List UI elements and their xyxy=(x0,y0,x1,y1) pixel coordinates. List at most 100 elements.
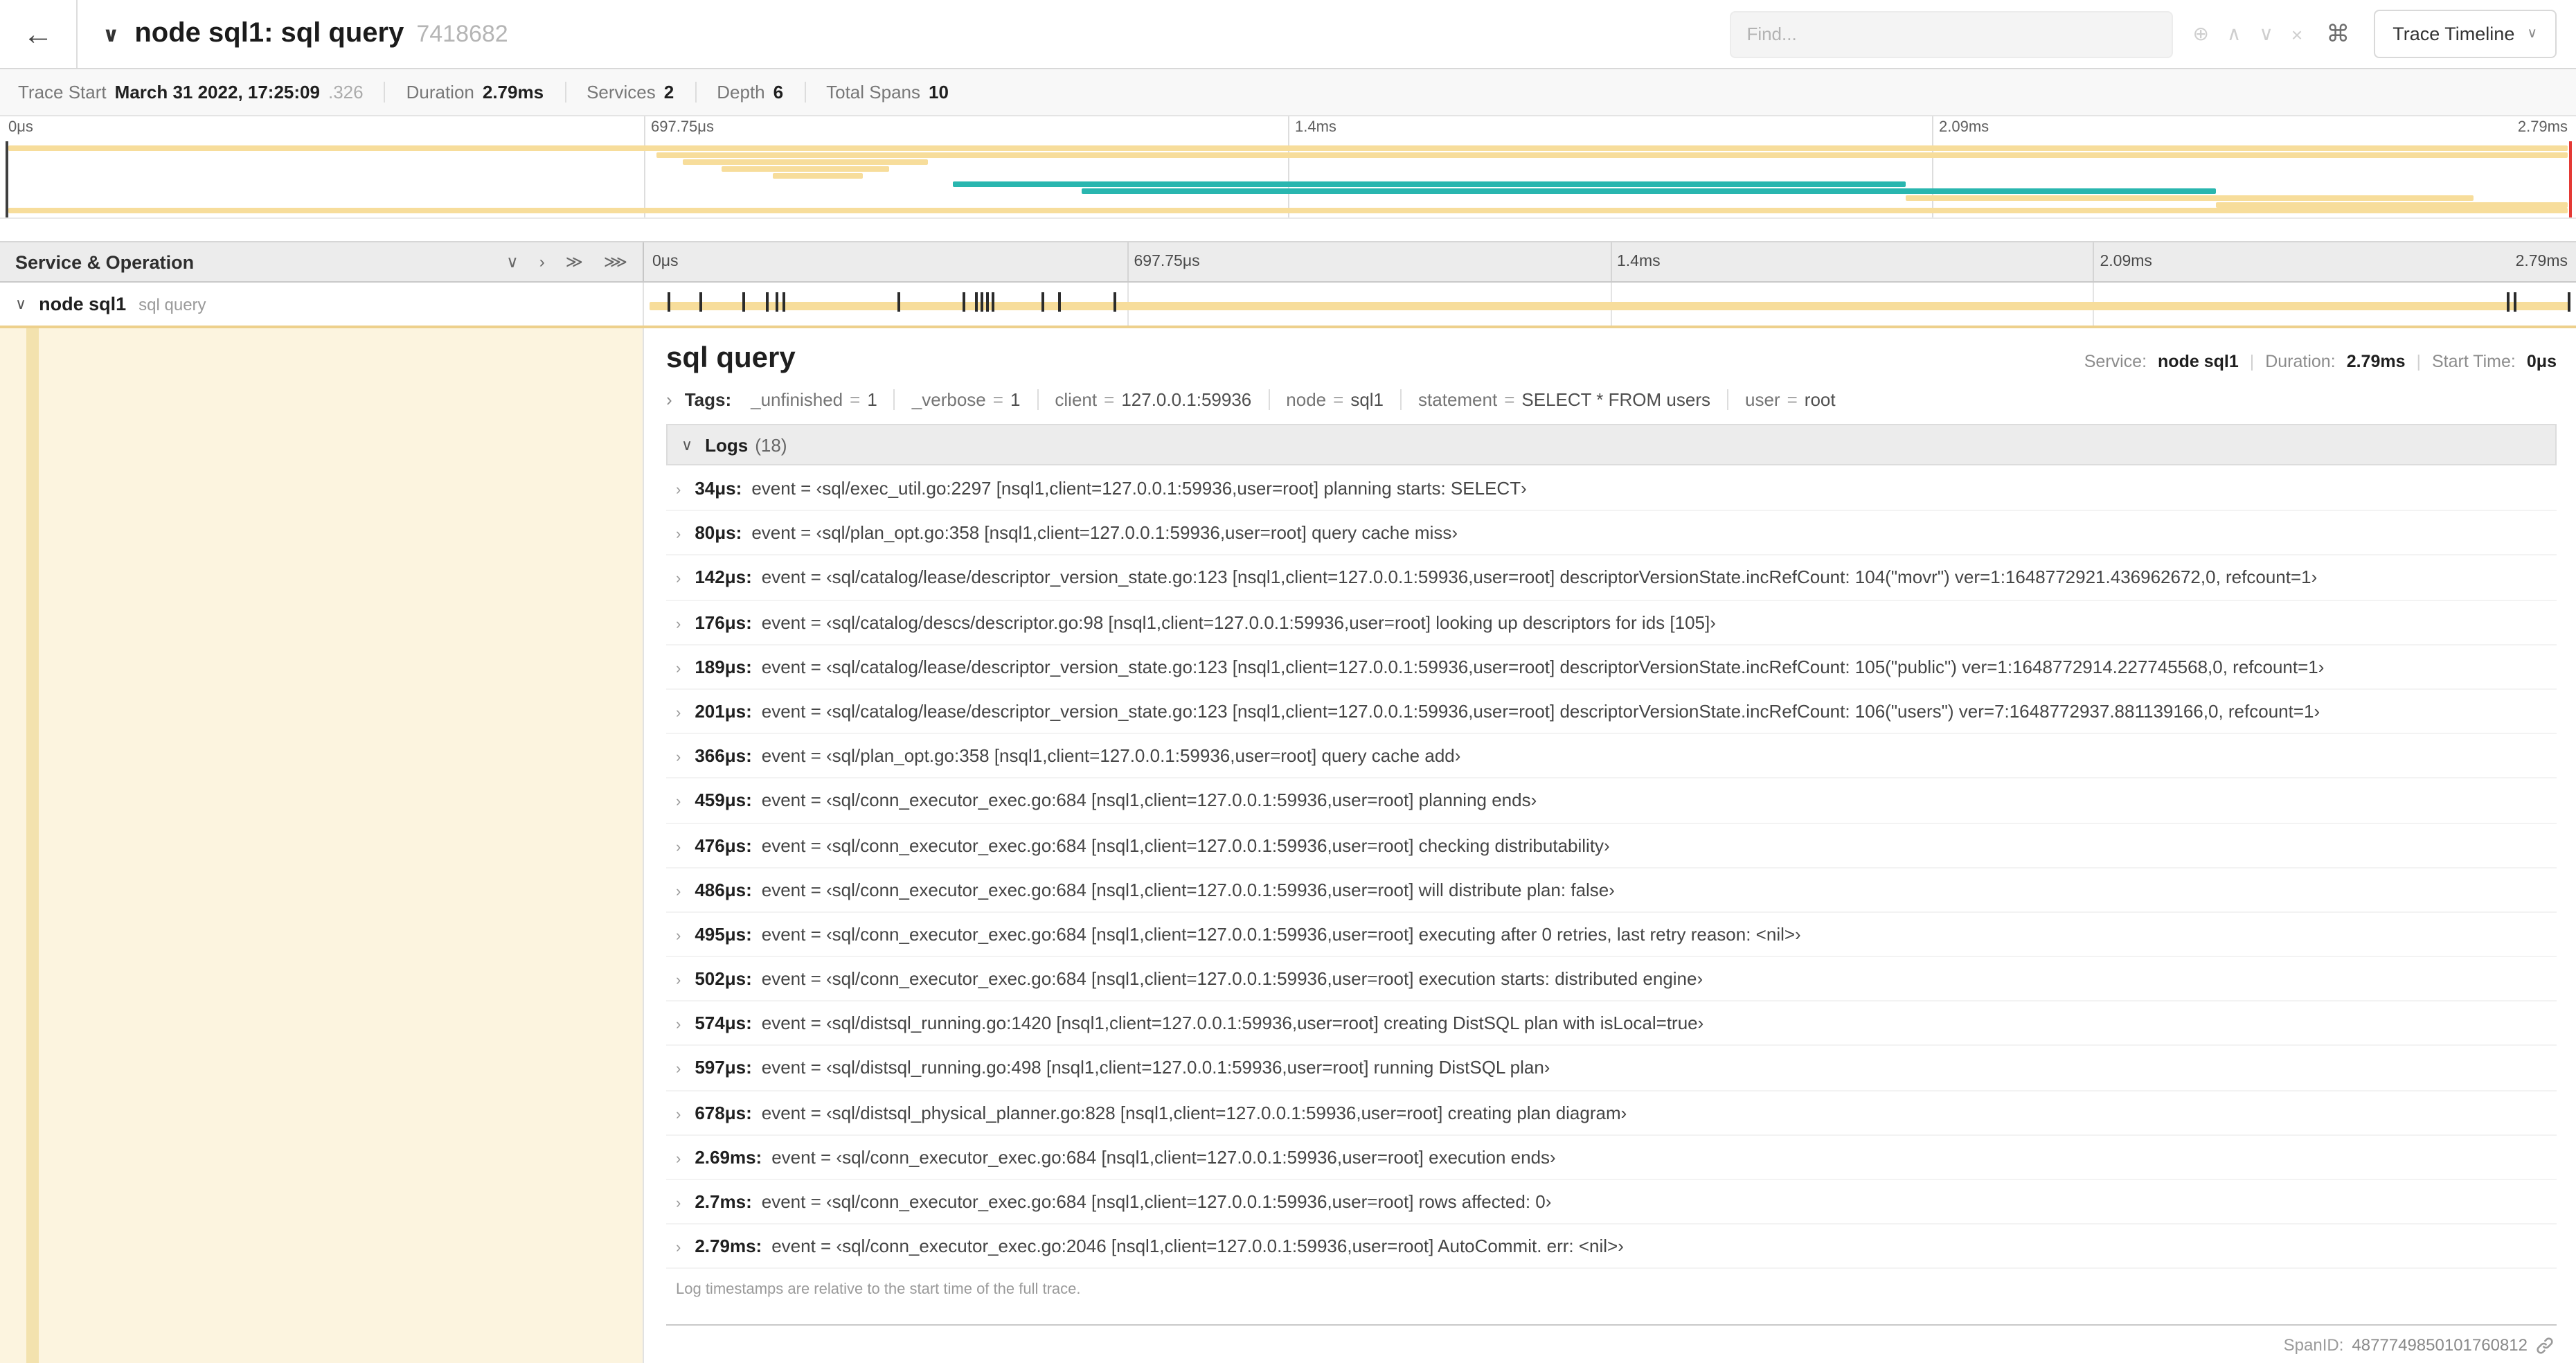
chevron-right-icon: › xyxy=(676,1150,681,1168)
tag-key: _unfinished xyxy=(751,389,843,410)
tags-row[interactable]: › Tags: _unfinished = 1 _verbose = 1 client = 12… xyxy=(666,389,2557,410)
prev-match-icon[interactable]: ∧ xyxy=(2227,22,2242,46)
service-label: Service: xyxy=(2084,352,2147,371)
next-match-icon[interactable]: ∨ xyxy=(2259,22,2273,46)
collapse-all-icon[interactable]: ≫ xyxy=(566,252,583,271)
span-name-cell[interactable]: ∨ node sql1 sql query xyxy=(0,283,644,326)
log-event-tick xyxy=(782,292,786,312)
log-event-tick xyxy=(775,292,778,312)
minimap-right-scrubber[interactable] xyxy=(2569,141,2572,217)
trace-minimap[interactable]: 0μs 697.75μs 1.4ms 2.09ms 2.79ms xyxy=(0,116,2576,219)
chevron-right-icon: › xyxy=(676,482,681,499)
tag-key: user xyxy=(1745,389,1780,410)
log-row[interactable]: › 80μs: event = ‹sql/plan_opt.go:358 [nsql… xyxy=(666,511,2557,556)
time-tick-label: 1.4ms xyxy=(1617,253,1661,270)
tag-key: statement xyxy=(1418,389,1498,410)
log-timestamp: 678μs: xyxy=(695,1102,752,1123)
link-icon[interactable] xyxy=(2536,1336,2554,1354)
log-row[interactable]: › 459μs: event = ‹sql/conn_executor_exec.g… xyxy=(666,779,2557,823)
timeline-ruler: 0μs 697.75μs 1.4ms 2.09ms 2.79ms xyxy=(644,242,2576,281)
expand-all-icon[interactable]: ⋙ xyxy=(604,252,627,271)
log-row[interactable]: › 2.79ms: event = ‹sql/conn_executor_exec.… xyxy=(666,1224,2557,1270)
log-event-tick xyxy=(992,292,995,312)
total-spans-label: Total Spans xyxy=(826,82,920,103)
log-timestamp: 2.7ms: xyxy=(695,1191,752,1212)
tag-item: _unfinished = 1 xyxy=(734,389,895,410)
tag-item: user = root xyxy=(1728,389,1852,410)
clear-find-icon[interactable]: × xyxy=(2291,23,2302,45)
span-row: ∨ node sql1 sql query xyxy=(0,283,2576,328)
keyboard-shortcuts-button[interactable]: ⌘ xyxy=(2322,20,2354,48)
chevron-down-icon[interactable]: ∨ xyxy=(102,22,119,47)
trace-start-stat: Trace Start March 31 2022, 17:25:09 .326 xyxy=(18,82,386,103)
log-timestamp: 176μs: xyxy=(695,612,752,633)
log-row[interactable]: › 502μs: event = ‹sql/conn_executor_exec.g… xyxy=(666,957,2557,1002)
log-event-text: event = ‹sql/conn_executor_exec.go:684 [… xyxy=(761,923,1801,945)
trace-id: 7418682 xyxy=(416,21,508,47)
tag-item: statement = SELECT * FROM users xyxy=(1402,389,1728,410)
tag-key: client xyxy=(1055,389,1098,410)
logs-header[interactable]: ∨ Logs (18) xyxy=(666,424,2557,465)
log-event-tick xyxy=(699,292,703,312)
services-label: Services xyxy=(587,82,656,103)
log-event-tick xyxy=(2506,292,2510,312)
log-row[interactable]: › 597μs: event = ‹sql/distsql_running.go:4… xyxy=(666,1046,2557,1092)
log-event-text: event = ‹sql/conn_executor_exec.go:684 [… xyxy=(771,1146,1556,1168)
span-meta: Service: node sql1 | Duration: 2.79ms | … xyxy=(2084,352,2557,371)
log-row[interactable]: › 176μs: event = ‹sql/catalog/descs/descri… xyxy=(666,600,2557,645)
total-spans-stat: Total Spans 10 xyxy=(805,82,969,103)
service-operation-label: Service & Operation xyxy=(15,251,195,272)
timeline-header: Service & Operation ∨ › ≫ ⋙ 0μs 697.75μs 1… xyxy=(0,241,2576,283)
minimap-span-bar xyxy=(2215,202,2568,208)
tags-label: Tags: xyxy=(684,389,732,410)
chevron-right-icon: › xyxy=(676,1195,681,1212)
time-tick-label: 697.75μs xyxy=(651,119,714,136)
find-controls: ⊕ ∧ ∨ × xyxy=(2192,22,2302,46)
log-row[interactable]: › 574μs: event = ‹sql/distsql_running.go:1… xyxy=(666,1002,2557,1046)
services-stat: Services 2 xyxy=(566,82,697,103)
log-row[interactable]: › 189μs: event = ‹sql/catalog/lease/descri… xyxy=(666,645,2557,690)
view-selector-dropdown[interactable]: Trace Timeline ∨ xyxy=(2373,10,2557,58)
span-duration-bar[interactable] xyxy=(650,302,2570,310)
log-event-tick xyxy=(974,292,978,312)
time-tick-label: 2.09ms xyxy=(2100,253,2152,270)
chevron-down-icon: ∨ xyxy=(2527,26,2537,42)
log-timestamp: 2.79ms: xyxy=(695,1236,762,1257)
expand-one-icon[interactable]: › xyxy=(539,252,545,271)
time-tick-label: 0μs xyxy=(8,119,33,136)
page-title: node sql1: sql query xyxy=(134,18,404,48)
logs-title: Logs xyxy=(705,434,749,455)
log-row[interactable]: › 678μs: event = ‹sql/distsql_physical_pla… xyxy=(666,1091,2557,1136)
gridline xyxy=(644,116,645,217)
log-row[interactable]: › 201μs: event = ‹sql/catalog/lease/descri… xyxy=(666,690,2557,735)
log-event-text: event = ‹sql/exec_util.go:2297 [nsql1,cl… xyxy=(751,478,1527,499)
log-timestamp: 476μs: xyxy=(695,835,752,855)
tag-value: root xyxy=(1804,389,1836,410)
span-operation-name: sql query xyxy=(138,294,206,314)
log-timestamp: 486μs: xyxy=(695,879,752,900)
logs-footnote: Log timestamps are relative to the start… xyxy=(676,1281,1081,1299)
minimap-left-scrubber[interactable] xyxy=(6,141,8,217)
minimap-span-bar xyxy=(682,159,928,166)
log-timestamp: 189μs: xyxy=(695,656,752,677)
log-row[interactable]: › 2.7ms: event = ‹sql/conn_executor_exec.g… xyxy=(666,1180,2557,1225)
log-timestamp: 574μs: xyxy=(695,1013,752,1034)
log-timestamp: 80μs: xyxy=(695,522,742,544)
collapse-one-icon[interactable]: ∨ xyxy=(506,252,519,271)
start-time-label: Start Time: xyxy=(2432,352,2516,371)
log-row[interactable]: › 486μs: event = ‹sql/conn_executor_exec.g… xyxy=(666,868,2557,913)
back-button[interactable]: ← xyxy=(0,0,78,68)
log-row[interactable]: › 495μs: event = ‹sql/conn_executor_exec.g… xyxy=(666,913,2557,958)
log-row[interactable]: › 34μs: event = ‹sql/exec_util.go:2297 [ns… xyxy=(666,467,2557,512)
minimap-span-bar xyxy=(1082,188,2216,194)
trace-start-ms: .326 xyxy=(328,82,364,103)
chevron-down-icon[interactable]: ∨ xyxy=(15,295,26,313)
log-row[interactable]: › 476μs: event = ‹sql/conn_executor_exec.g… xyxy=(666,823,2557,868)
log-row[interactable]: › 2.69ms: event = ‹sql/conn_executor_exec.… xyxy=(666,1136,2557,1180)
log-row[interactable]: › 366μs: event = ‹sql/plan_opt.go:358 [nsq… xyxy=(666,734,2557,779)
span-bar-cell[interactable] xyxy=(644,283,2576,326)
focus-match-icon[interactable]: ⊕ xyxy=(2192,22,2208,46)
find-input[interactable] xyxy=(1730,10,2174,57)
log-row[interactable]: › 142μs: event = ‹sql/catalog/lease/descri… xyxy=(666,556,2557,601)
time-tick-label: 697.75μs xyxy=(1134,253,1200,270)
